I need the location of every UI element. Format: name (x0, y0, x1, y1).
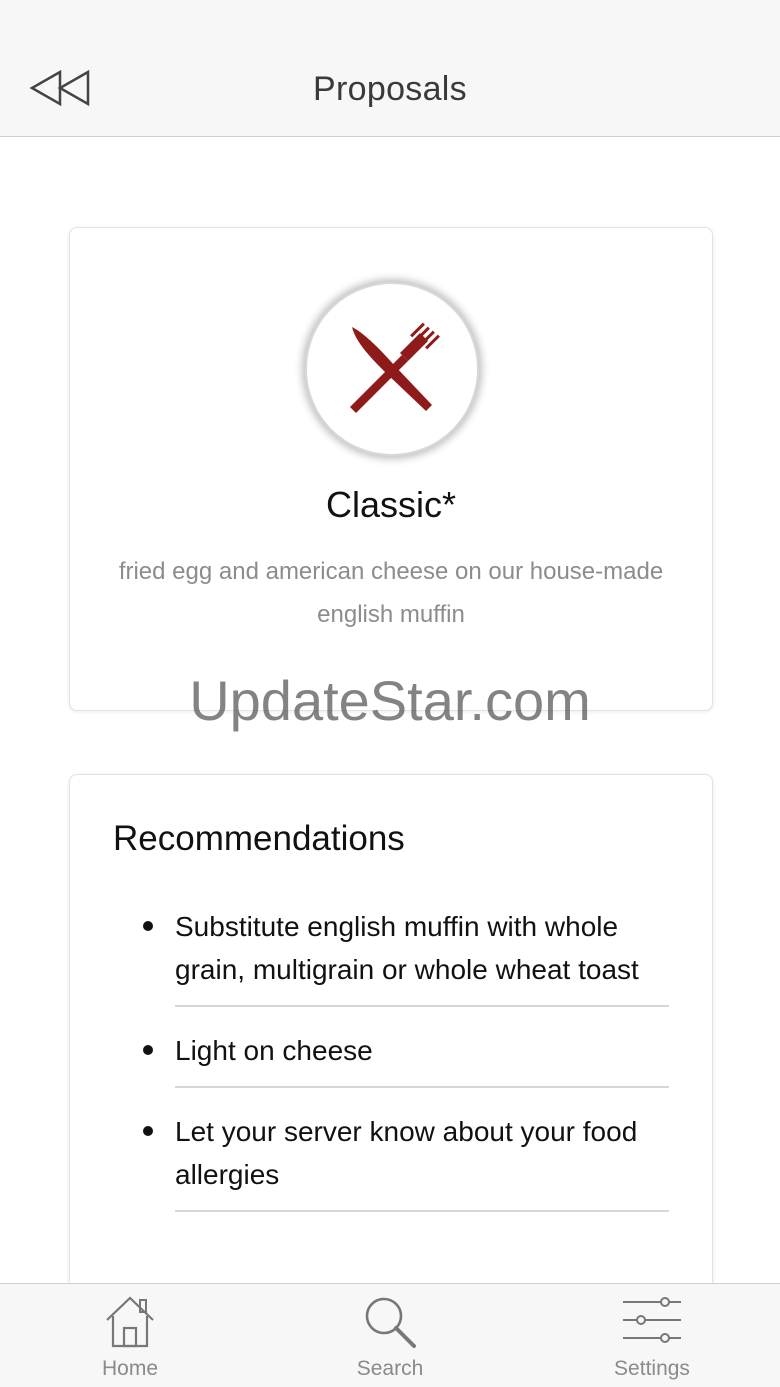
settings-sliders-icon (623, 1297, 681, 1343)
item-title: Classic* (325, 484, 457, 525)
tab-bar: Home Search Settings (0, 1283, 780, 1387)
tab-search-label: Search (356, 1357, 424, 1380)
bullet-icon (143, 1045, 153, 1055)
list-item: Let your server know about your food all… (143, 1106, 669, 1212)
nav-header: Proposals (0, 0, 780, 137)
list-item-text: Substitute english muffin with whole gra… (175, 911, 639, 985)
content-area[interactable]: Classic* fried egg and american cheese o… (0, 137, 780, 1283)
page-title: Proposals (313, 70, 467, 108)
recommendations-title: Recommendations (113, 819, 405, 858)
list-item-text: Let your server know about your food all… (175, 1116, 638, 1190)
recommendations-list: Substitute english muffin with whole gra… (143, 901, 669, 1230)
list-item: Substitute english muffin with whole gra… (143, 901, 669, 1007)
list-item: Light on cheese (143, 1025, 669, 1088)
tab-settings[interactable]: Settings (572, 1284, 732, 1387)
recommendations-card: Recommendations Substitute english muffi… (69, 774, 713, 1283)
home-icon (106, 1296, 154, 1348)
tab-home[interactable]: Home (50, 1284, 210, 1387)
tab-search[interactable]: Search (310, 1284, 470, 1387)
menu-item-card: Classic* fried egg and american cheese o… (69, 227, 713, 711)
search-icon (365, 1297, 416, 1348)
item-icon-badge (305, 282, 479, 456)
list-item-text: Light on cheese (175, 1035, 373, 1066)
tab-settings-label: Settings (614, 1357, 690, 1380)
fork-knife-icon (350, 322, 440, 413)
item-description: fried egg and american cheese on our hou… (118, 558, 664, 628)
bullet-icon (143, 921, 153, 931)
tab-home-label: Home (101, 1357, 159, 1380)
bullet-icon (143, 1126, 153, 1136)
app-screen: Proposals Classic* fried egg and america… (0, 0, 780, 1387)
